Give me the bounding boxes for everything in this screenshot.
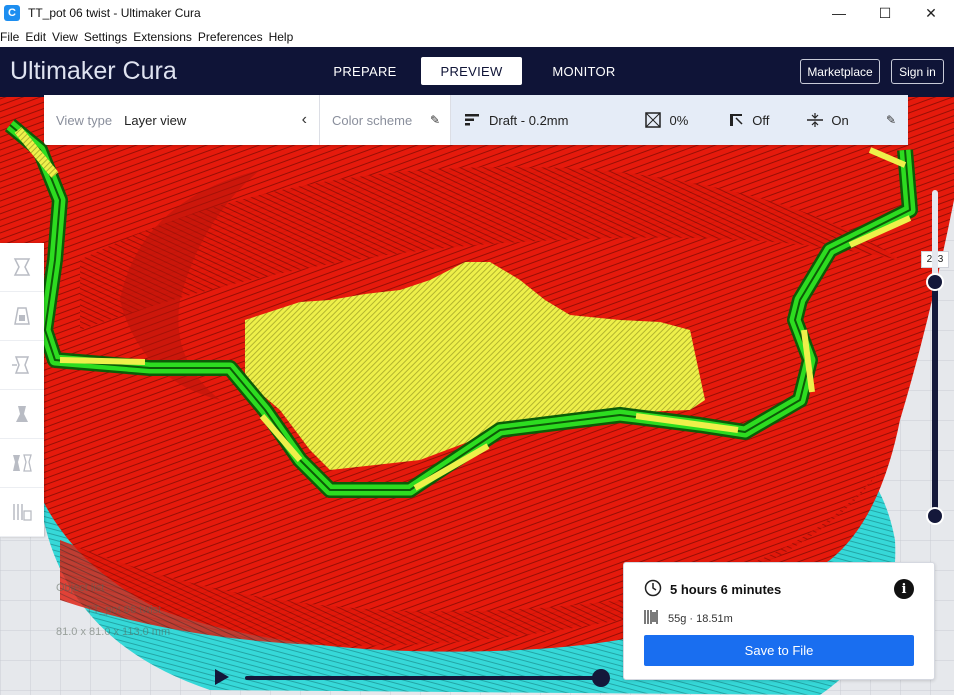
- view-type-selector[interactable]: View type Layer view ‹: [44, 95, 320, 145]
- profile-value: Draft - 0.2mm: [489, 112, 569, 128]
- tab-prepare[interactable]: PREPARE: [330, 57, 400, 85]
- logo-primary: Ultimaker: [10, 57, 116, 85]
- app-logo: Ultimaker Cura: [10, 57, 177, 86]
- object-list: Object list TT_pot 06 twist 81.0 x 81.0 …: [56, 582, 170, 648]
- layer-slider-upper-handle[interactable]: [926, 273, 944, 291]
- save-to-file-button[interactable]: Save to File: [644, 635, 914, 666]
- transform-toolbar: [0, 243, 44, 537]
- print-info-panel: 5 hours 6 minutes i 55g · 18.51m Save to…: [623, 562, 935, 680]
- pencil-icon[interactable]: ✎: [886, 113, 896, 127]
- move-tool-icon[interactable]: [0, 243, 44, 292]
- menu-file[interactable]: File: [0, 30, 19, 44]
- object-name: TT_pot 06 twist: [86, 604, 162, 616]
- per-model-settings-icon[interactable]: [0, 439, 44, 488]
- mirror-tool-icon[interactable]: [0, 390, 44, 439]
- menu-view[interactable]: View: [52, 30, 78, 44]
- object-dimensions: 81.0 x 81.0 x 113.0 mm: [56, 626, 171, 638]
- profile-bars-icon: [465, 113, 481, 127]
- adhesion-icon: [807, 112, 824, 128]
- close-button[interactable]: ✕: [908, 0, 954, 26]
- play-icon[interactable]: [215, 669, 229, 685]
- menu-preferences[interactable]: Preferences: [198, 30, 263, 44]
- menu-extensions[interactable]: Extensions: [133, 30, 192, 44]
- color-scheme-selector[interactable]: Color scheme ✎: [320, 95, 451, 145]
- rotate-tool-icon[interactable]: [0, 341, 44, 390]
- simulation-track[interactable]: [245, 676, 603, 680]
- clock-icon: [644, 579, 662, 600]
- layer-slider-track[interactable]: [932, 284, 938, 516]
- print-settings-selector[interactable]: Draft - 0.2mm 0% Off On ✎: [451, 95, 908, 145]
- support-blocker-icon[interactable]: [0, 488, 44, 537]
- view-type-label: View type: [56, 112, 113, 128]
- layer-slider-track-top: [932, 190, 938, 284]
- menu-bar: File Edit View Settings Extensions Prefe…: [0, 26, 954, 47]
- minimize-button[interactable]: —: [816, 0, 862, 26]
- infill-value: 0%: [669, 112, 689, 128]
- material-row: 55g · 18.51m: [644, 609, 733, 628]
- object-list-header[interactable]: Object list: [56, 582, 170, 594]
- menu-edit[interactable]: Edit: [25, 30, 46, 44]
- cura-app-icon: C: [4, 5, 20, 21]
- chevron-left-icon[interactable]: ‹: [302, 111, 307, 129]
- material-usage: 55g · 18.51m: [668, 612, 733, 625]
- window-titlebar: C TT_pot 06 twist - Ultimaker Cura — ☐ ✕: [0, 0, 954, 26]
- pencil-icon[interactable]: ✎: [430, 113, 440, 127]
- support-icon: [728, 112, 744, 128]
- window-title: TT_pot 06 twist - Ultimaker Cura: [28, 6, 201, 20]
- menu-help[interactable]: Help: [269, 30, 294, 44]
- tab-monitor[interactable]: MONITOR: [545, 57, 623, 85]
- view-type-value: Layer view: [124, 112, 187, 128]
- support-value: Off: [752, 112, 770, 128]
- print-time: 5 hours 6 minutes: [670, 582, 782, 597]
- marketplace-button[interactable]: Marketplace: [800, 59, 880, 84]
- app-header: Ultimaker Cura PREPARE PREVIEW MONITOR M…: [0, 47, 954, 97]
- color-scheme-label: Color scheme: [332, 112, 413, 128]
- layer-slider-lower-handle[interactable]: [926, 507, 944, 525]
- info-icon[interactable]: i: [894, 579, 914, 599]
- logo-secondary: Cura: [122, 57, 177, 85]
- spool-icon: [644, 609, 660, 628]
- adhesion-value: On: [831, 112, 849, 128]
- tab-preview[interactable]: PREVIEW: [421, 57, 522, 85]
- maximize-button[interactable]: ☐: [862, 0, 908, 26]
- print-time-row: 5 hours 6 minutes: [644, 579, 781, 600]
- window-controls: — ☐ ✕: [816, 0, 954, 26]
- sign-in-button[interactable]: Sign in: [891, 59, 944, 84]
- view-toolbar: View type Layer view ‹ Color scheme ✎ Dr…: [44, 95, 908, 145]
- infill-icon: [645, 112, 662, 128]
- scale-tool-icon[interactable]: [0, 292, 44, 341]
- menu-settings[interactable]: Settings: [84, 30, 127, 44]
- simulation-handle[interactable]: [592, 669, 610, 687]
